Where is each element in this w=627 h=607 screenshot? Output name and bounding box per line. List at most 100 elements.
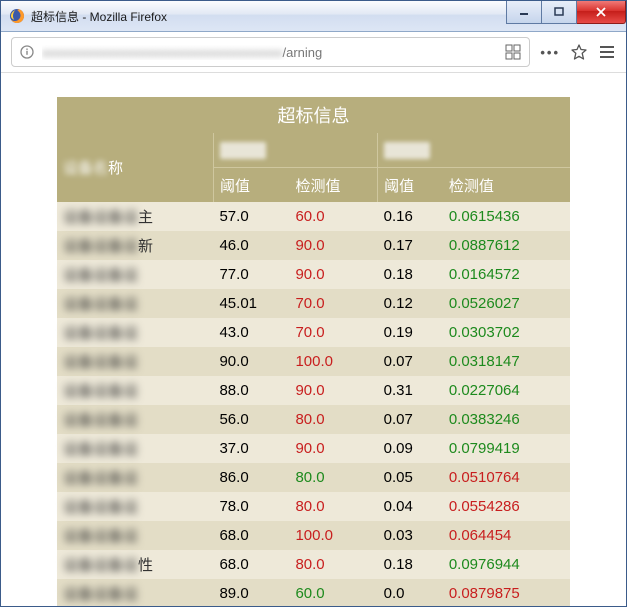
cell-name: 设备设备设 (57, 405, 213, 434)
cell-name: 设备设备设 (57, 492, 213, 521)
cell-measured-2: 0.0164572 (443, 260, 570, 289)
cell-threshold-2: 0.18 (378, 550, 443, 579)
cell-threshold-1: 90.0 (213, 347, 289, 376)
cell-measured-2: 0.0383246 (443, 405, 570, 434)
cell-threshold-1: 68.0 (213, 521, 289, 550)
cell-measured-1: 60.0 (289, 202, 377, 231)
window-close-button[interactable] (577, 1, 626, 24)
cell-measured-2: 0.0303702 (443, 318, 570, 347)
cell-threshold-1: 43.0 (213, 318, 289, 347)
cell-measured-1: 90.0 (289, 231, 377, 260)
cell-measured-2: 0.0554286 (443, 492, 570, 521)
table-row: 设备设备设43.070.00.190.0303702 (57, 318, 570, 347)
cell-measured-1: 100.0 (289, 347, 377, 376)
column-threshold-1: 阈值 (213, 168, 289, 203)
cell-threshold-1: 56.0 (213, 405, 289, 434)
table-row: 设备设备设45.0170.00.120.0526027 (57, 289, 570, 318)
cell-threshold-2: 0.03 (378, 521, 443, 550)
cell-threshold-2: 0.04 (378, 492, 443, 521)
table-row: 设备设备设主57.060.00.160.0615436 (57, 202, 570, 231)
cell-name: 设备设备设 (57, 289, 213, 318)
cell-name: 设备设备设 (57, 579, 213, 606)
page-content: 超标信息 设备名称 xxxx xxxx 阈值 检测值 阈值 检测值 设备设备设主… (1, 73, 626, 606)
table-row: 设备设备设77.090.00.180.0164572 (57, 260, 570, 289)
window-title: 超标信息 - Mozilla Firefox (31, 8, 506, 25)
table-title: 超标信息 (57, 97, 570, 133)
site-info-icon[interactable] (20, 45, 34, 59)
cell-name: 设备设备设 (57, 521, 213, 550)
cell-name: 设备设备设主 (57, 202, 213, 231)
cell-threshold-2: 0.0 (378, 579, 443, 606)
table-row: 设备设备设89.060.00.00.0879875 (57, 579, 570, 606)
cell-threshold-1: 68.0 (213, 550, 289, 579)
cell-name: 设备设备设 (57, 376, 213, 405)
column-group-1: xxxx (213, 133, 377, 168)
cell-name: 设备设备设性 (57, 550, 213, 579)
cell-measured-2: 0.0227064 (443, 376, 570, 405)
cell-name: 设备设备设新 (57, 231, 213, 260)
cell-threshold-2: 0.05 (378, 463, 443, 492)
table-row: 设备设备设56.080.00.070.0383246 (57, 405, 570, 434)
cell-measured-2: 0.064454 (443, 521, 570, 550)
cell-measured-1: 90.0 (289, 434, 377, 463)
cell-measured-2: 0.0615436 (443, 202, 570, 231)
browser-toolbar: xxxxxxxxxxxxxxxxxxxxxxxxxxxxxxxxxxxxx/ar… (1, 32, 626, 73)
table-row: 设备设备设68.0100.00.030.064454 (57, 521, 570, 550)
cell-measured-1: 70.0 (289, 289, 377, 318)
cell-name: 设备设备设 (57, 260, 213, 289)
cell-name: 设备设备设 (57, 347, 213, 376)
cell-measured-2: 0.0526027 (443, 289, 570, 318)
cell-threshold-2: 0.17 (378, 231, 443, 260)
cell-threshold-2: 0.07 (378, 405, 443, 434)
table-row: 设备设备设90.0100.00.070.0318147 (57, 347, 570, 376)
app-menu-icon[interactable] (598, 43, 616, 61)
cell-measured-1: 60.0 (289, 579, 377, 606)
column-group-2: xxxx (378, 133, 570, 168)
cell-name: 设备设备设 (57, 463, 213, 492)
table-row: 设备设备设性68.080.00.180.0976944 (57, 550, 570, 579)
cell-threshold-1: 45.01 (213, 289, 289, 318)
cell-threshold-1: 46.0 (213, 231, 289, 260)
cell-measured-2: 0.0879875 (443, 579, 570, 606)
cell-threshold-2: 0.09 (378, 434, 443, 463)
minimize-icon (519, 7, 529, 17)
cell-threshold-2: 0.16 (378, 202, 443, 231)
cell-measured-2: 0.0887612 (443, 231, 570, 260)
cell-threshold-1: 89.0 (213, 579, 289, 606)
maximize-icon (554, 7, 564, 17)
cell-threshold-1: 37.0 (213, 434, 289, 463)
cell-measured-1: 80.0 (289, 463, 377, 492)
cell-threshold-2: 0.31 (378, 376, 443, 405)
cell-threshold-1: 78.0 (213, 492, 289, 521)
cell-threshold-2: 0.18 (378, 260, 443, 289)
cell-measured-1: 100.0 (289, 521, 377, 550)
window-maximize-button[interactable] (542, 1, 577, 24)
cell-threshold-1: 88.0 (213, 376, 289, 405)
reader-mode-icon[interactable] (505, 44, 521, 60)
window-minimize-button[interactable] (506, 1, 542, 24)
cell-measured-1: 90.0 (289, 376, 377, 405)
column-measured-2: 检测值 (443, 168, 570, 203)
browser-window: 超标信息 - Mozilla Firefox xxxxxxxxxxxxxxxxx… (0, 0, 627, 607)
table-row: 设备设备设88.090.00.310.0227064 (57, 376, 570, 405)
table-row: 设备设备设86.080.00.050.0510764 (57, 463, 570, 492)
close-icon (595, 6, 607, 18)
column-threshold-2: 阈值 (378, 168, 443, 203)
cell-measured-1: 90.0 (289, 260, 377, 289)
page-actions-icon[interactable]: ••• (540, 45, 560, 60)
firefox-icon (9, 8, 25, 24)
address-bar[interactable]: xxxxxxxxxxxxxxxxxxxxxxxxxxxxxxxxxxxxx/ar… (11, 37, 530, 67)
column-measured-1: 检测值 (289, 168, 377, 203)
cell-threshold-2: 0.19 (378, 318, 443, 347)
cell-measured-2: 0.0510764 (443, 463, 570, 492)
cell-measured-2: 0.0318147 (443, 347, 570, 376)
table-row: 设备设备设78.080.00.040.0554286 (57, 492, 570, 521)
table-row: 设备设备设37.090.00.090.0799419 (57, 434, 570, 463)
window-titlebar[interactable]: 超标信息 - Mozilla Firefox (1, 1, 626, 32)
exceeding-table: 超标信息 设备名称 xxxx xxxx 阈值 检测值 阈值 检测值 设备设备设主… (57, 97, 570, 606)
bookmark-icon[interactable] (570, 43, 588, 61)
cell-measured-1: 80.0 (289, 550, 377, 579)
cell-measured-1: 80.0 (289, 405, 377, 434)
url-text: xxxxxxxxxxxxxxxxxxxxxxxxxxxxxxxxxxxxx/ar… (42, 45, 497, 60)
cell-threshold-1: 77.0 (213, 260, 289, 289)
